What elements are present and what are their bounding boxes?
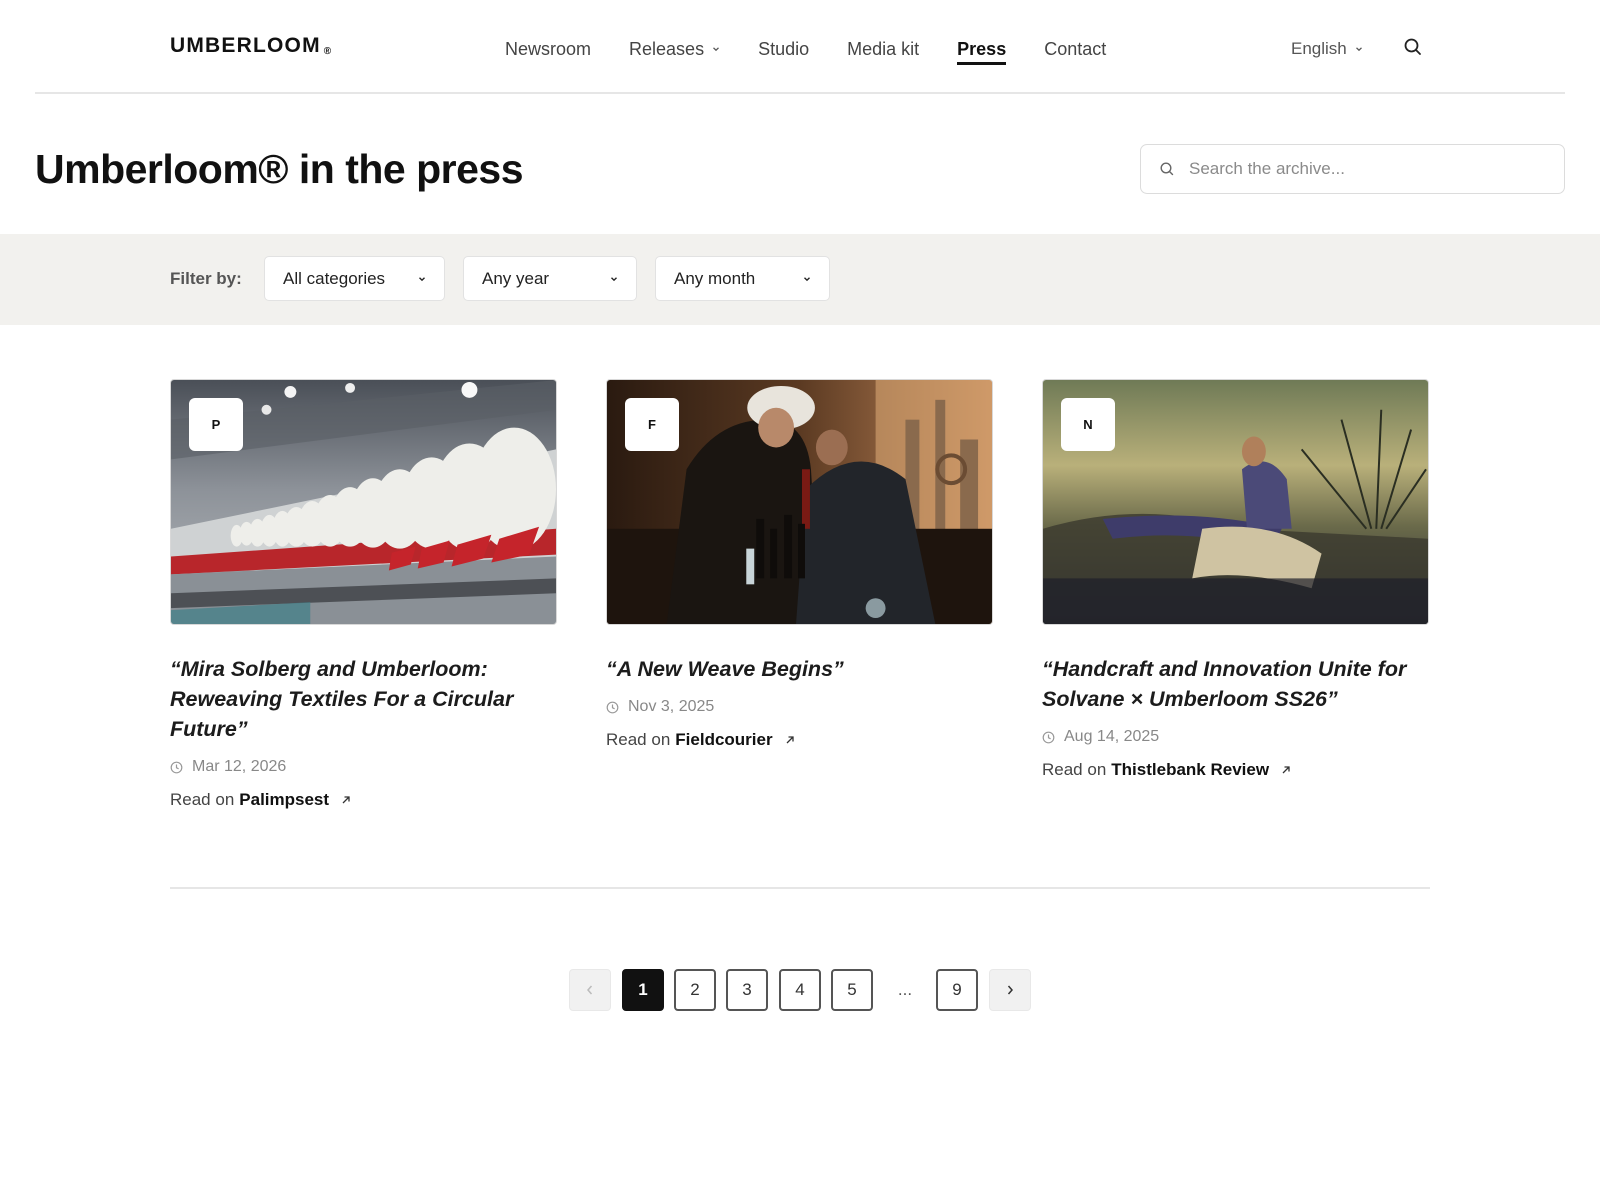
nav-newsroom[interactable]: Newsroom [505,36,591,62]
chevron-down-icon [804,276,810,281]
filter-label: Filter by: [170,269,242,288]
main-nav: Newsroom Releases Studio Media kit Press… [505,36,1144,65]
article-card[interactable]: N “Handcraft and Innovation Unite for So… [1042,379,1429,780]
chevron-down-icon [611,276,617,281]
article-title[interactable]: “Mira Solberg and Umberloom: Reweaving T… [170,654,557,744]
article-card[interactable]: P “Mira Solberg and Umberloom: Reweaving… [170,379,557,810]
article-card[interactable]: F “A New Weave Begins” Nov 3, 2025 Read … [606,379,993,750]
prev-page-button[interactable] [569,969,611,1011]
publication-badge: N [1061,398,1115,451]
category-select[interactable]: All categories [264,256,445,301]
article-image[interactable]: P [170,379,557,625]
page-button-last[interactable]: 9 [936,969,978,1011]
article-title[interactable]: “Handcraft and Innovation Unite for Solv… [1042,654,1429,714]
nav-press[interactable]: Press [957,36,1007,65]
source-name: Thistlebank Review [1111,760,1270,779]
nav-media-kit[interactable]: Media kit [847,36,919,62]
nav-contact[interactable]: Contact [1044,36,1106,62]
search-icon[interactable] [1402,36,1424,58]
chevron-down-icon [1355,47,1362,52]
page-button-4[interactable]: 4 [779,969,821,1011]
site-header: UMBERLOOM ® Newsroom Releases Studio Medi… [35,0,1565,94]
source-name: Fieldcourier [675,730,773,749]
chevron-left-icon [587,985,593,995]
article-title[interactable]: “A New Weave Begins” [606,654,993,684]
section-divider [170,887,1430,889]
page-title: Umberloom® in the press [35,146,524,192]
pagination-ellipsis: ... [897,980,913,999]
next-page-button[interactable] [989,969,1031,1011]
search-icon [1160,162,1174,176]
clock-icon [606,701,619,713]
article-date: Nov 3, 2025 [606,698,993,716]
nav-releases[interactable]: Releases [629,36,720,62]
page-button-1[interactable]: 1 [622,969,664,1011]
archive-search[interactable] [1140,144,1565,194]
external-link-icon [342,796,350,804]
article-image[interactable]: F [606,379,993,625]
clock-icon [1042,731,1055,743]
read-on-link[interactable]: Read on Palimpsest [170,790,557,810]
logo-registered-mark: ® [323,46,333,57]
source-name: Palimpsest [239,790,330,809]
article-date: Aug 14, 2025 [1042,728,1429,746]
nav-studio[interactable]: Studio [758,36,809,62]
chevron-right-icon [1007,985,1013,995]
external-link-icon [786,736,794,744]
page-button-5[interactable]: 5 [831,969,873,1011]
chevron-down-icon [419,276,425,281]
month-select[interactable]: Any month [655,256,830,301]
search-input[interactable] [1189,159,1549,179]
chevron-down-icon [713,47,720,52]
clock-icon [170,761,183,773]
page-button-2[interactable]: 2 [674,969,716,1011]
article-date: Mar 12, 2026 [170,758,557,776]
read-on-link[interactable]: Read on Thistlebank Review [1042,760,1429,780]
publication-badge: P [189,398,243,451]
year-select[interactable]: Any year [463,256,637,301]
article-image[interactable]: N [1042,379,1429,625]
external-link-icon [1282,766,1290,774]
publication-badge: F [625,398,679,451]
page-button-3[interactable]: 3 [726,969,768,1011]
read-on-link[interactable]: Read on Fieldcourier [606,730,993,750]
language-selector[interactable]: English [1291,36,1363,62]
logo[interactable]: UMBERLOOM ® [170,34,332,58]
filter-bar: Filter by: All categories Any year Any m… [0,234,1600,325]
